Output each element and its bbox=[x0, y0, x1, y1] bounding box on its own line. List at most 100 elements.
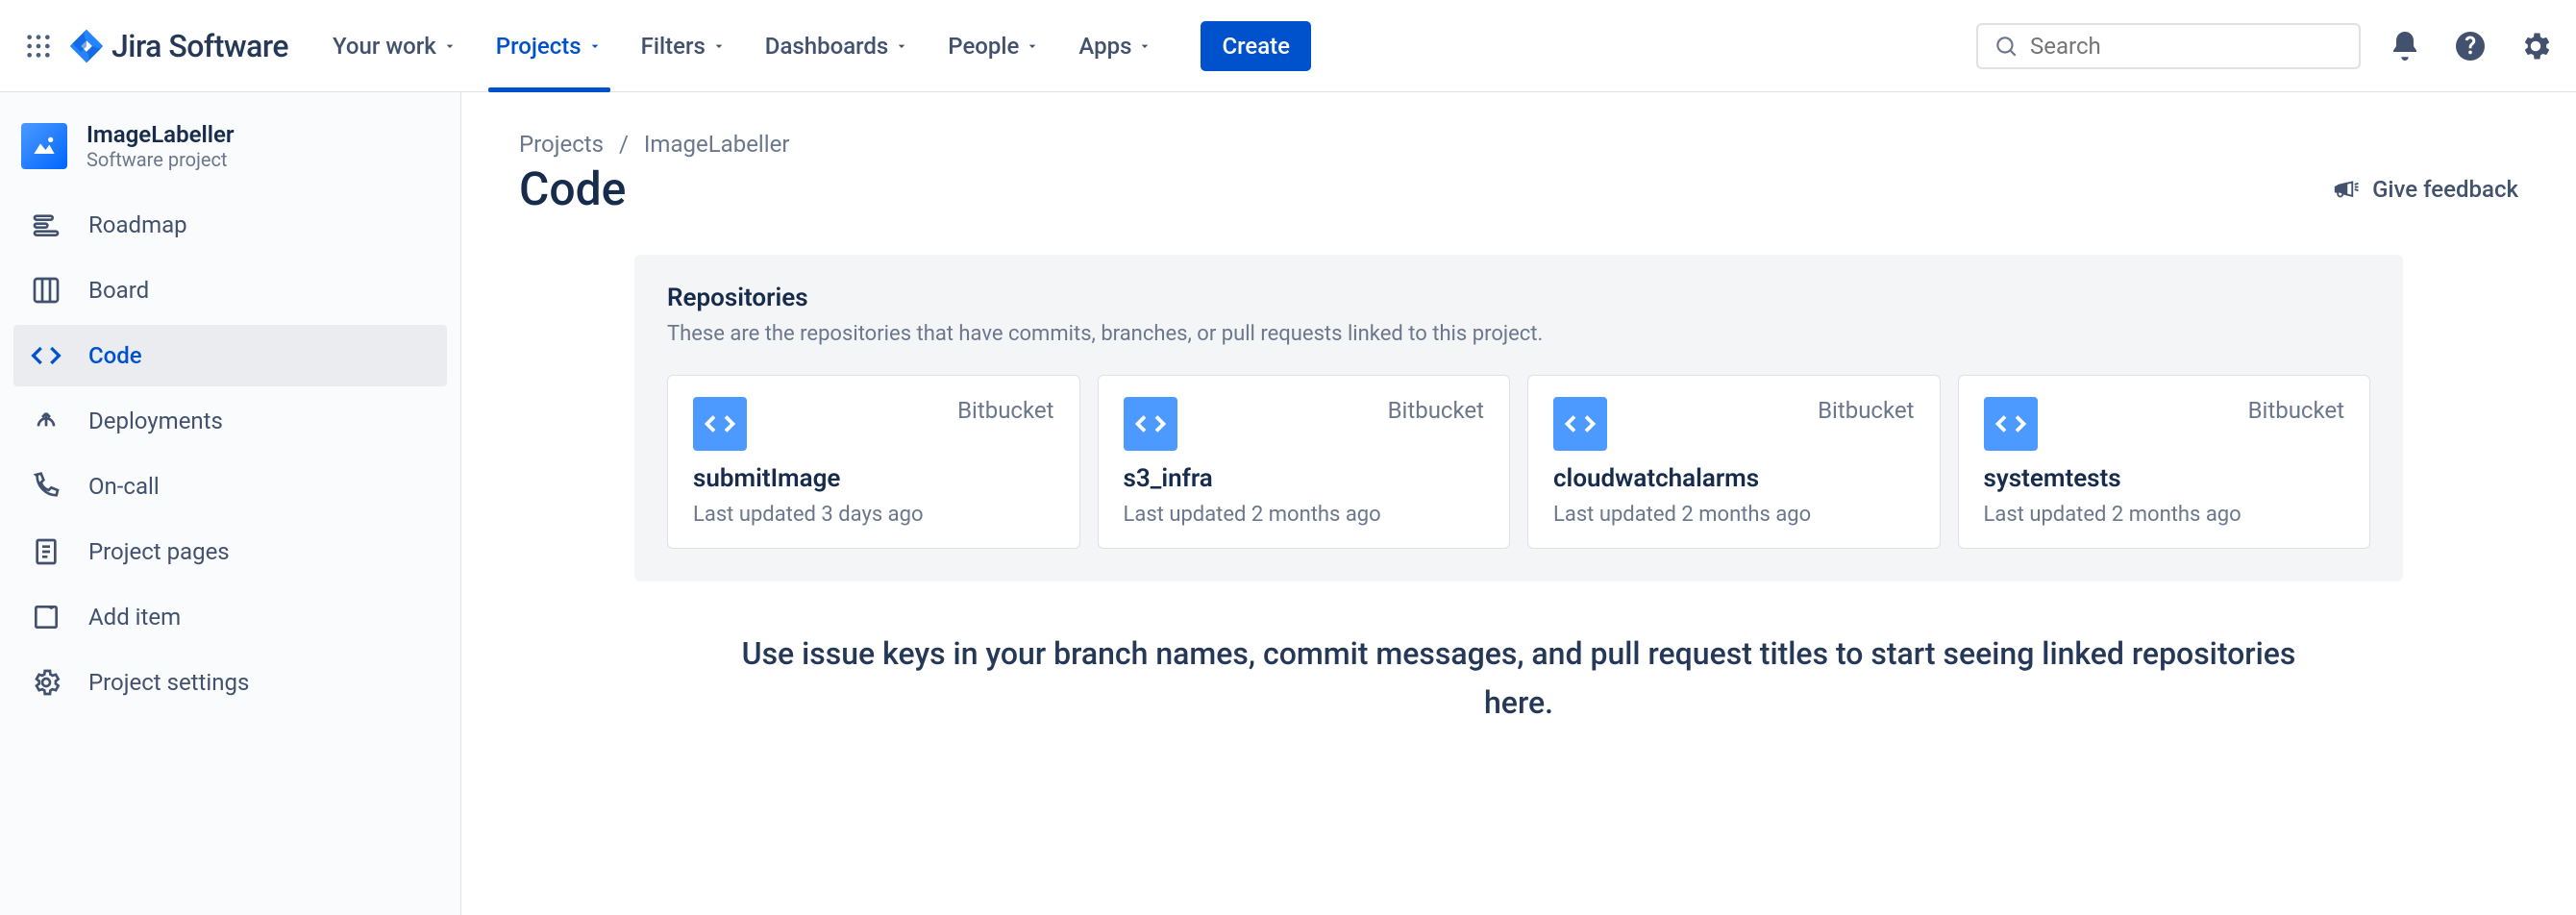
sidebar-item-label: Roadmap bbox=[88, 211, 187, 238]
breadcrumb-root[interactable]: Projects bbox=[519, 131, 604, 158]
repository-card[interactable]: Bitbucket s3_infra Last updated 2 months… bbox=[1098, 375, 1511, 549]
page-title: Code bbox=[519, 161, 626, 216]
nav-projects[interactable]: Projects bbox=[479, 0, 620, 91]
sidebar-item-label: On-call bbox=[88, 473, 160, 500]
code-icon bbox=[703, 407, 737, 441]
empty-state-hint: Use issue keys in your branch names, com… bbox=[711, 630, 2326, 728]
nav-label: Dashboards bbox=[765, 33, 888, 60]
repo-name: s3_infra bbox=[1124, 464, 1485, 493]
sidebar-item-label: Project settings bbox=[88, 669, 249, 696]
settings-icon bbox=[29, 665, 63, 700]
code-icon bbox=[1133, 407, 1168, 441]
breadcrumb-separator: / bbox=[619, 131, 629, 158]
repo-icon bbox=[1553, 397, 1607, 451]
roadmap-icon bbox=[29, 208, 63, 242]
repo-name: systemtests bbox=[1984, 464, 2345, 493]
project-name: ImageLabeller bbox=[87, 121, 235, 148]
settings-button[interactable] bbox=[2514, 25, 2557, 67]
sidebar-item-on-call[interactable]: On-call bbox=[13, 456, 447, 517]
on-call-icon bbox=[29, 469, 63, 504]
chevron-down-icon bbox=[711, 33, 727, 60]
repo-source: Bitbucket bbox=[1818, 397, 1914, 424]
top-nav: Jira Software Your work Projects Filters… bbox=[0, 0, 2576, 92]
create-button[interactable]: Create bbox=[1201, 21, 1311, 71]
feedback-label: Give feedback bbox=[2372, 176, 2518, 203]
chevron-down-icon bbox=[587, 33, 603, 60]
breadcrumb: Projects / ImageLabeller bbox=[519, 131, 2518, 158]
repositories-title: Repositories bbox=[667, 284, 2370, 312]
nav-label: Apps bbox=[1078, 33, 1131, 60]
repositories-panel: Repositories These are the repositories … bbox=[634, 255, 2403, 581]
gear-icon bbox=[2518, 29, 2553, 63]
sidebar-item-label: Project pages bbox=[88, 538, 230, 565]
nav-label: Projects bbox=[496, 33, 582, 60]
add-item-icon bbox=[29, 600, 63, 634]
project-type: Software project bbox=[87, 148, 235, 171]
chevron-down-icon bbox=[1025, 33, 1040, 60]
repo-source: Bitbucket bbox=[2248, 397, 2344, 424]
nav-apps[interactable]: Apps bbox=[1061, 0, 1170, 91]
sidebar-nav: Roadmap Board Code Deployments On-call P… bbox=[13, 194, 447, 713]
repo-updated: Last updated 2 months ago bbox=[1124, 503, 1485, 527]
repo-source: Bitbucket bbox=[1388, 397, 1484, 424]
repository-card[interactable]: Bitbucket cloudwatchalarms Last updated … bbox=[1527, 375, 1941, 549]
project-avatar-icon bbox=[29, 131, 60, 161]
sidebar-item-label: Board bbox=[88, 277, 149, 304]
layout: ImageLabeller Software project Roadmap B… bbox=[0, 92, 2576, 915]
help-button[interactable] bbox=[2449, 25, 2491, 67]
app-switcher-button[interactable] bbox=[19, 27, 58, 65]
sidebar: ImageLabeller Software project Roadmap B… bbox=[0, 92, 461, 915]
sidebar-item-project-settings[interactable]: Project settings bbox=[13, 652, 447, 713]
nav-dashboards[interactable]: Dashboards bbox=[748, 0, 927, 91]
product-logo[interactable]: Jira Software bbox=[69, 28, 288, 64]
search-box[interactable] bbox=[1976, 23, 2361, 69]
sidebar-item-label: Code bbox=[88, 342, 142, 369]
repository-card[interactable]: Bitbucket submitImage Last updated 3 day… bbox=[667, 375, 1080, 549]
breadcrumb-current[interactable]: ImageLabeller bbox=[644, 131, 790, 158]
nav-your-work[interactable]: Your work bbox=[315, 0, 475, 91]
nav-label: Your work bbox=[333, 33, 436, 60]
product-name: Jira Software bbox=[111, 28, 288, 64]
sidebar-item-roadmap[interactable]: Roadmap bbox=[13, 194, 447, 256]
megaphone-icon bbox=[2332, 175, 2361, 204]
repo-updated: Last updated 3 days ago bbox=[693, 503, 1054, 527]
project-avatar bbox=[21, 123, 67, 169]
repo-updated: Last updated 2 months ago bbox=[1984, 503, 2345, 527]
sidebar-item-code[interactable]: Code bbox=[13, 325, 447, 386]
nav-filters[interactable]: Filters bbox=[624, 0, 744, 91]
notifications-button[interactable] bbox=[2384, 25, 2426, 67]
code-icon bbox=[1563, 407, 1598, 441]
bell-icon bbox=[2388, 29, 2422, 63]
give-feedback-button[interactable]: Give feedback bbox=[2332, 175, 2518, 204]
repositories-description: These are the repositories that have com… bbox=[667, 322, 2370, 346]
help-icon bbox=[2453, 29, 2488, 63]
page-header: Code Give feedback bbox=[519, 161, 2518, 216]
search-input[interactable] bbox=[2030, 33, 2343, 60]
repository-card[interactable]: Bitbucket systemtests Last updated 2 mon… bbox=[1958, 375, 2371, 549]
sidebar-item-board[interactable]: Board bbox=[13, 260, 447, 321]
repo-source: Bitbucket bbox=[957, 397, 1053, 424]
pages-icon bbox=[29, 534, 63, 569]
repository-cards: Bitbucket submitImage Last updated 3 day… bbox=[667, 375, 2370, 549]
project-header[interactable]: ImageLabeller Software project bbox=[13, 121, 447, 194]
apps-grid-icon bbox=[25, 33, 52, 60]
nav-items: Your work Projects Filters Dashboards Pe… bbox=[315, 0, 1170, 91]
nav-label: Filters bbox=[641, 33, 706, 60]
repo-name: cloudwatchalarms bbox=[1553, 464, 1915, 493]
repo-icon bbox=[1124, 397, 1177, 451]
chevron-down-icon bbox=[442, 33, 458, 60]
repo-icon bbox=[693, 397, 747, 451]
chevron-down-icon bbox=[1137, 33, 1152, 60]
chevron-down-icon bbox=[894, 33, 909, 60]
sidebar-item-deployments[interactable]: Deployments bbox=[13, 390, 447, 452]
board-icon bbox=[29, 273, 63, 308]
sidebar-item-label: Add item bbox=[88, 604, 181, 631]
nav-people[interactable]: People bbox=[930, 0, 1057, 91]
search-icon bbox=[1994, 34, 2019, 59]
sidebar-item-add-item[interactable]: Add item bbox=[13, 586, 447, 648]
repo-updated: Last updated 2 months ago bbox=[1553, 503, 1915, 527]
nav-label: People bbox=[948, 33, 1019, 60]
sidebar-item-project-pages[interactable]: Project pages bbox=[13, 521, 447, 582]
repo-icon bbox=[1984, 397, 2038, 451]
code-icon bbox=[1994, 407, 2028, 441]
